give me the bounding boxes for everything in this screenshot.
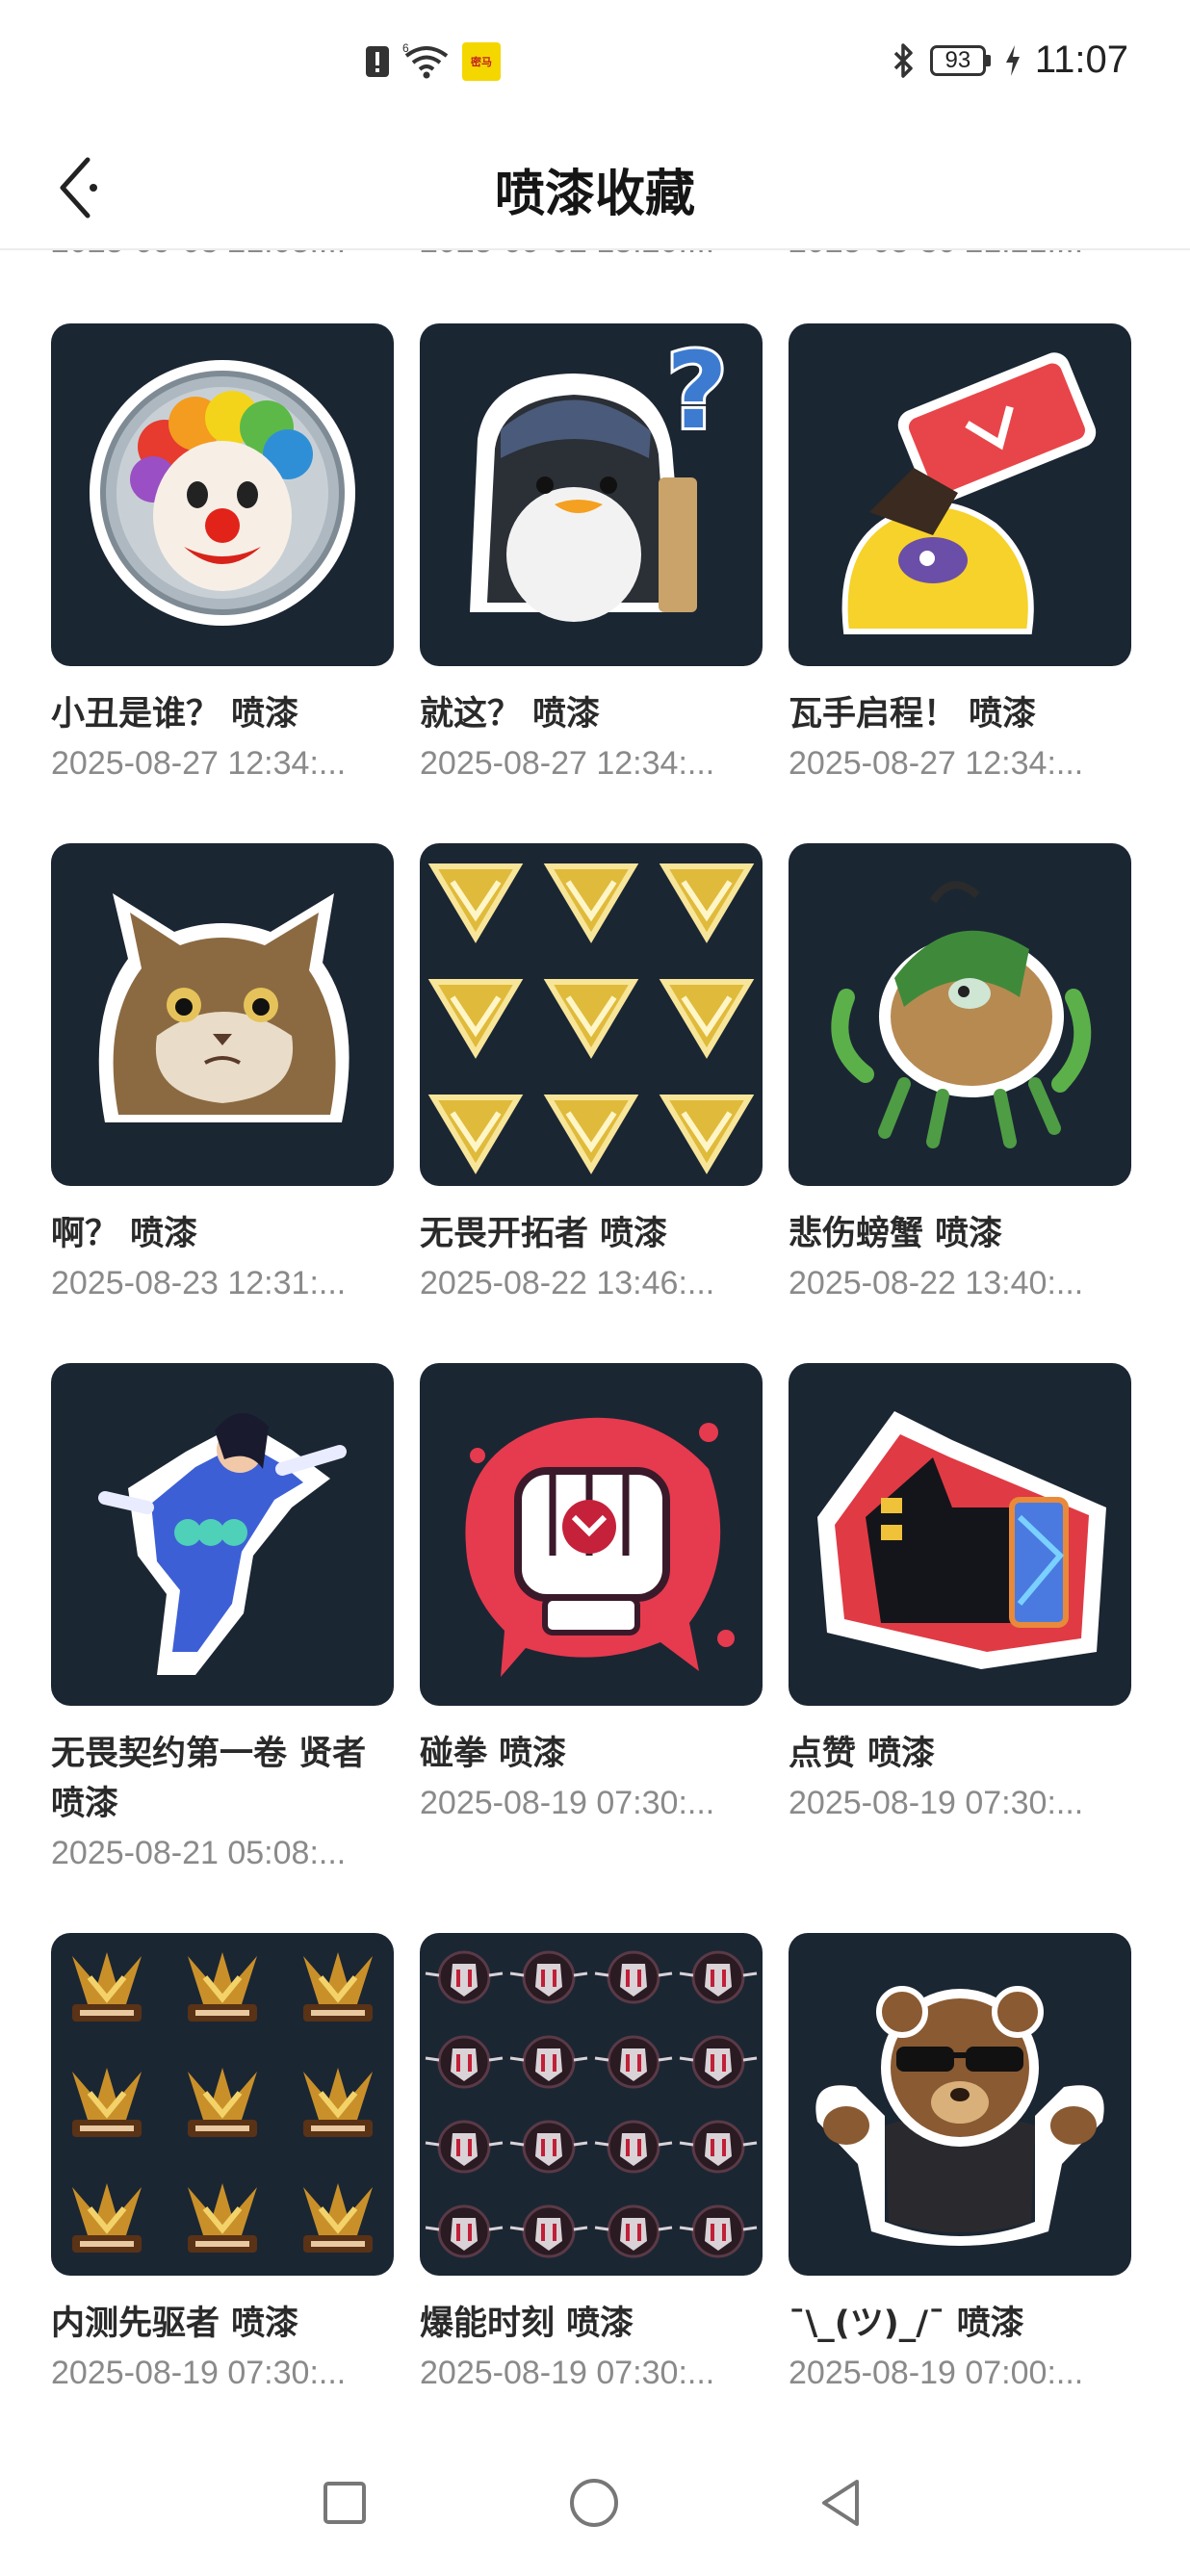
spray-name: 内测先驱者 喷漆 — [51, 2305, 299, 2343]
status-bar: 6 密马 93 11:07 — [0, 0, 1190, 130]
spray-date: 2025-09-03 21:08:... — [51, 250, 398, 261]
spray-card[interactable]: 无畏契约第一卷 贤者 喷漆 2025-08-21 05:08:... — [51, 1363, 394, 1933]
battery-level: 93 — [929, 44, 986, 76]
page-title: 喷漆收藏 — [494, 166, 695, 223]
spray-date: 2025-08-19 07:30:... — [420, 1785, 715, 1821]
spray-date: 2025-08-19 07:30:... — [789, 1785, 1084, 1821]
spray-name: 悲伤螃蟹 喷漆 — [789, 1215, 1003, 1253]
fist-icon — [420, 1363, 763, 1706]
wifi-icon: 6 — [402, 42, 449, 79]
notification-alert-icon — [366, 46, 389, 77]
spray-name: 无畏开拓者 喷漆 — [420, 1215, 668, 1253]
masks-icon — [420, 1933, 763, 2276]
spray-card[interactable]: 小丑是谁？ 喷漆 2025-08-27 12:34:... — [51, 323, 394, 843]
clock: 11:07 — [1034, 39, 1128, 81]
title-bar: 喷漆收藏 — [0, 130, 1190, 250]
spray-name: 无畏契约第一卷 贤者 喷漆 — [51, 1735, 367, 1823]
spray-date: 2025-08-19 07:00:... — [789, 2355, 1084, 2391]
spray-date: 2025-08-22 13:46:... — [420, 1265, 715, 1301]
sage-icon — [51, 1363, 394, 1706]
thumbs-up-icon — [789, 1363, 1131, 1706]
spray-card[interactable]: ¯\_(ツ)_/¯ 喷漆 2025-08-19 07:00:... — [789, 1933, 1131, 2426]
home-icon — [570, 2479, 618, 2527]
bear-shrug-icon — [789, 1933, 1131, 2276]
spray-name: 啊？ 喷漆 — [51, 1215, 198, 1253]
back-nav-button[interactable] — [802, 2464, 879, 2541]
spray-name: 瓦手启程！ 喷漆 — [789, 695, 1037, 734]
spray-date: 2025-08-19 07:30:... — [51, 2355, 347, 2391]
bluetooth-icon — [893, 42, 913, 78]
spray-card[interactable]: 无畏开拓者 喷漆 2025-08-22 13:46:... — [420, 843, 763, 1363]
crab-icon — [789, 843, 1131, 1186]
spray-name: 就这？ 喷漆 — [420, 695, 601, 734]
spray-date: 2025-08-19 07:30:... — [420, 2355, 715, 2391]
bird-phone-icon — [789, 323, 1131, 666]
spray-name: 点赞 喷漆 — [789, 1735, 936, 1773]
spray-date: 2025-08-27 12:34:... — [420, 745, 715, 782]
spray-grid: 小丑是谁？ 喷漆 2025-08-27 12:34:... ? 就这？ 喷漆 2… — [51, 323, 1139, 2426]
spray-card[interactable]: ? 就这？ 喷漆 2025-08-27 12:34:... — [420, 323, 763, 843]
spray-card[interactable]: 碰拳 喷漆 2025-08-19 07:30:... — [420, 1363, 763, 1933]
spray-card[interactable]: 瓦手启程！ 喷漆 2025-08-27 12:34:... — [789, 323, 1131, 843]
spray-card[interactable]: 内测先驱者 喷漆 2025-08-19 07:30:... — [51, 1933, 394, 2426]
spray-name: 爆能时刻 喷漆 — [420, 2305, 634, 2343]
svg-text:?: ? — [666, 329, 728, 452]
spray-card[interactable]: 点赞 喷漆 2025-08-19 07:30:... — [789, 1363, 1131, 1933]
partial-row-above: 2025-09-03 21:08:... 2025-09-02 15:20:..… — [0, 250, 1190, 262]
spray-collection-list[interactable]: 2025-09-03 21:08:... 2025-09-02 15:20:..… — [0, 250, 1190, 2426]
home-button[interactable] — [556, 2464, 633, 2541]
spray-card[interactable]: 悲伤螃蟹 喷漆 2025-08-22 13:40:... — [789, 843, 1131, 1363]
status-right-icons: 93 11:07 — [892, 39, 1128, 82]
spray-name: 碰拳 喷漆 — [420, 1735, 567, 1773]
spray-date: 2025-09-02 15:20:... — [420, 250, 766, 261]
spray-card[interactable]: 爆能时刻 喷漆 2025-08-19 07:30:... — [420, 1933, 763, 2426]
spray-name: 小丑是谁？ 喷漆 — [51, 695, 299, 734]
app-notification-icon: 密马 — [462, 42, 501, 81]
back-nav-icon — [822, 2480, 859, 2526]
spray-date: 2025-08-23 12:31:... — [51, 1265, 347, 1301]
spray-date: 2025-08-21 05:08:... — [51, 1835, 347, 1871]
spray-date: 2025-08-27 12:34:... — [51, 745, 347, 782]
penguin-icon: ? — [420, 323, 763, 666]
status-left-icons: 6 密马 — [364, 42, 501, 81]
spray-date: 2025-08-22 13:40:... — [789, 1265, 1084, 1301]
wifi-six-badge: 6 — [402, 42, 409, 55]
spray-card[interactable]: 啊？ 喷漆 2025-08-23 12:31:... — [51, 843, 394, 1363]
spray-name: ¯\_(ツ)_/¯ 喷漆 — [789, 2305, 1024, 2343]
spray-date: 2025-08-27 12:34:... — [789, 745, 1084, 782]
clown-icon — [51, 323, 394, 666]
battery-indicator: 93 — [929, 44, 991, 76]
charging-icon — [1005, 44, 1020, 76]
recent-apps-icon — [323, 2482, 366, 2524]
gold-badges-icon — [420, 843, 763, 1186]
spray-date: 2025-08-30 21:21:... — [789, 250, 1135, 261]
cat-icon — [51, 843, 394, 1186]
system-nav-bar — [0, 2426, 1190, 2576]
pioneer-emblems-icon — [51, 1933, 394, 2276]
recent-apps-button[interactable] — [306, 2464, 383, 2541]
